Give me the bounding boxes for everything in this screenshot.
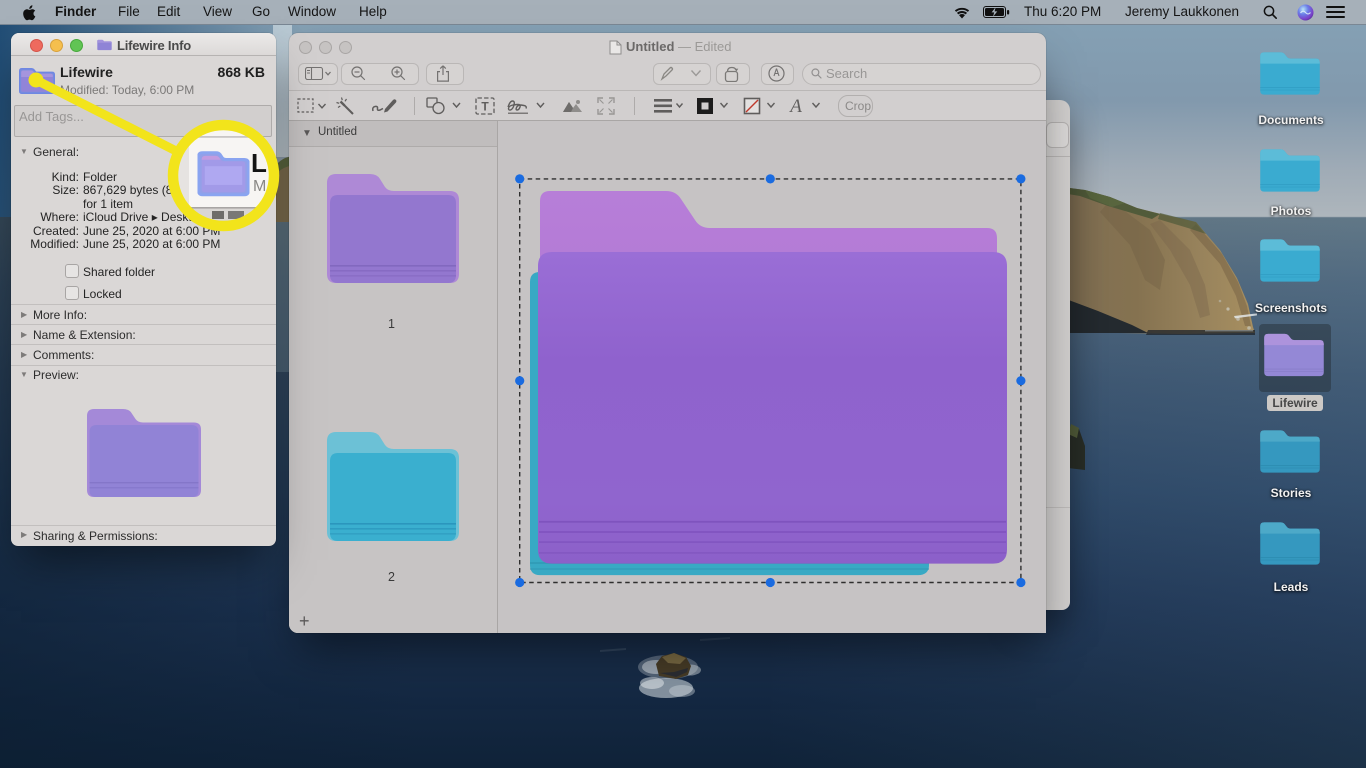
svg-text:T: T	[481, 99, 489, 113]
svg-text:A: A	[788, 96, 802, 115]
